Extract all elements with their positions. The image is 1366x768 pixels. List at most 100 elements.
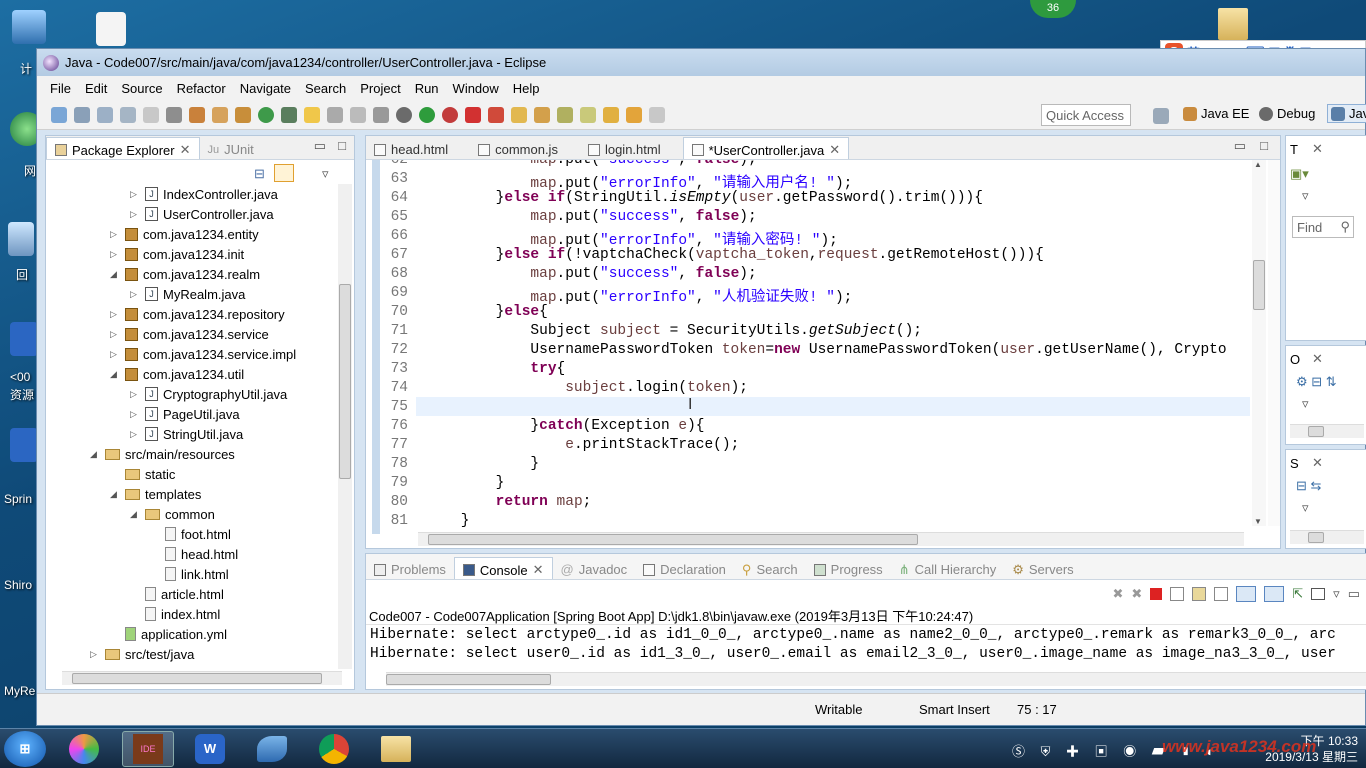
external-tools-icon[interactable] (488, 106, 504, 123)
expand-arrow-icon[interactable]: ▷ (130, 429, 140, 440)
show-whitespace-icon[interactable] (327, 106, 343, 123)
toggle-icon[interactable] (143, 106, 159, 123)
menu-source[interactable]: Source (114, 81, 169, 96)
tree-node[interactable]: ▷ J UserController.java (130, 204, 274, 224)
tree-node[interactable]: ▷ J CryptographyUtil.java (130, 384, 287, 404)
coverage-icon[interactable] (442, 106, 458, 123)
close-icon[interactable]: ✕ (829, 142, 840, 158)
tree-node[interactable]: ▷ J PageUtil.java (130, 404, 240, 424)
tree-node[interactable]: link.html (150, 564, 229, 584)
tab-progress[interactable]: Progress (806, 557, 891, 579)
console-hscroll-thumb[interactable] (386, 674, 551, 685)
refresh-icon[interactable] (258, 106, 274, 123)
tab-javadoc[interactable]: @ Javadoc (553, 557, 636, 579)
view-menu-icon[interactable]: ▿ (1333, 586, 1340, 602)
expand-arrow-icon[interactable]: ▷ (130, 289, 140, 300)
pin-console-icon[interactable]: ⇱ (1292, 586, 1303, 602)
expand-arrow-icon[interactable]: ◢ (110, 489, 120, 500)
pilcrow-icon[interactable] (373, 106, 389, 123)
tree-node[interactable]: ▷ com.java1234.repository (110, 304, 285, 324)
tab-call-hierarchy[interactable]: ⋔ Call Hierarchy (891, 557, 1005, 579)
tab-package-explorer[interactable]: Package Explorer ✕ (46, 137, 200, 159)
desktop-icon-document[interactable] (96, 12, 126, 46)
outline-hscroll[interactable] (1290, 424, 1364, 438)
tab-problems[interactable]: Problems (366, 557, 454, 579)
tree-node[interactable]: ◢ com.java1234.realm (110, 264, 260, 284)
perspective-java-ee[interactable]: Java EE (1183, 106, 1249, 121)
link-editor-icon[interactable] (274, 164, 294, 182)
close-icon[interactable]: ✕ (1312, 455, 1323, 471)
explorer-vscroll-thumb[interactable] (339, 284, 351, 479)
taskbar-app-wps[interactable]: W (184, 731, 236, 767)
desktop-folder-icon[interactable] (1218, 8, 1248, 40)
forward-icon[interactable] (649, 106, 665, 123)
close-icon[interactable]: ✕ (1312, 141, 1323, 157)
tree-node[interactable]: ▷ src/test/java (90, 644, 194, 664)
scroll-lock-icon[interactable] (1192, 587, 1207, 601)
collapse-all-icon[interactable]: ⊟ (254, 166, 265, 182)
view-menu-icon[interactable]: ▿ (1302, 500, 1309, 516)
tree-node[interactable]: ◢ src/main/resources (90, 444, 235, 464)
console-hscroll[interactable] (386, 672, 1366, 686)
taskbar-app-photos[interactable] (58, 731, 110, 767)
expand-arrow-icon[interactable]: ◢ (130, 509, 140, 520)
spring-hscroll-thumb[interactable] (1308, 532, 1324, 543)
close-icon[interactable]: ✕ (533, 562, 544, 578)
menu-project[interactable]: Project (353, 81, 407, 96)
expand-arrow-icon[interactable]: ◢ (110, 369, 120, 380)
spring-tab[interactable]: S (1290, 456, 1299, 471)
expand-arrow-icon[interactable]: ▷ (130, 209, 140, 220)
perspective-java[interactable]: Jav (1327, 104, 1366, 123)
menu-help[interactable]: Help (506, 81, 547, 96)
new-icon[interactable] (51, 106, 67, 123)
minimize-icon[interactable]: ▭ (314, 138, 326, 154)
desktop-icon-computer[interactable]: 计 (12, 10, 46, 76)
pin-icon[interactable] (281, 106, 297, 123)
package-icon[interactable] (212, 106, 228, 123)
view-menu-icon[interactable]: ▿ (1302, 396, 1309, 412)
tree-node[interactable]: head.html (150, 544, 238, 564)
remove-all-icon[interactable]: ✖ (1131, 586, 1142, 602)
terminate-icon[interactable]: ✖ (1112, 586, 1123, 602)
tree-node[interactable]: ▷ com.java1234.entity (110, 224, 259, 244)
run-icon[interactable] (419, 106, 435, 123)
explorer-hscroll[interactable] (62, 671, 342, 685)
desktop-icon-recycle[interactable]: 回 (8, 222, 34, 282)
menu-edit[interactable]: Edit (78, 81, 114, 96)
expand-arrow-icon[interactable]: ▷ (110, 309, 120, 320)
editor-vscroll[interactable]: ▲ ▼ (1252, 160, 1266, 526)
tree-node[interactable]: ▷ com.java1234.init (110, 244, 244, 264)
outline-tools-icon[interactable]: ⚙ ⊟ ⇅ (1296, 374, 1337, 390)
tab-servers[interactable]: ⚙ Servers (1004, 557, 1081, 579)
outline-hscroll-thumb[interactable] (1308, 426, 1324, 437)
maximize-icon[interactable]: □ (1260, 138, 1268, 153)
tab-common-js[interactable]: common.js (470, 137, 566, 159)
tree-node[interactable]: ◢ com.java1234.util (110, 364, 244, 384)
menu-refactor[interactable]: Refactor (170, 81, 233, 96)
tab-login-html[interactable]: login.html (580, 137, 669, 159)
start-button[interactable]: ⊞ (4, 731, 46, 767)
clear-console-icon[interactable] (1170, 587, 1185, 601)
menu-run[interactable]: Run (408, 81, 446, 96)
save-all-icon[interactable] (97, 106, 113, 123)
editor-hscroll-thumb[interactable] (428, 534, 918, 545)
desktop-icon-shiro[interactable]: Shiro (4, 578, 32, 592)
tree-node[interactable]: ▷ J MyRealm.java (130, 284, 245, 304)
stop-console-icon[interactable] (1150, 588, 1163, 600)
mark-icon[interactable] (166, 106, 182, 123)
expand-arrow-icon[interactable]: ◢ (110, 269, 120, 280)
spring-hscroll[interactable] (1290, 530, 1364, 544)
explorer-hscroll-thumb[interactable] (72, 673, 322, 684)
print-icon[interactable] (120, 106, 136, 123)
tree-node[interactable]: ▷ J StringUtil.java (130, 424, 243, 444)
quick-access-field[interactable]: Quick Access (1041, 104, 1131, 126)
editor-vscroll-thumb[interactable] (1253, 260, 1265, 310)
expand-arrow-icon[interactable]: ▷ (110, 249, 120, 260)
debug-icon[interactable] (396, 106, 412, 123)
taskbar-app-eclipse[interactable]: IDE (122, 731, 174, 767)
tree-node[interactable]: ◢ common (130, 504, 215, 524)
task-list-tab[interactable]: T (1290, 142, 1298, 157)
tree-node[interactable]: index.html (130, 604, 220, 624)
menu-search[interactable]: Search (298, 81, 353, 96)
perspective-debug[interactable]: Debug (1259, 106, 1315, 121)
